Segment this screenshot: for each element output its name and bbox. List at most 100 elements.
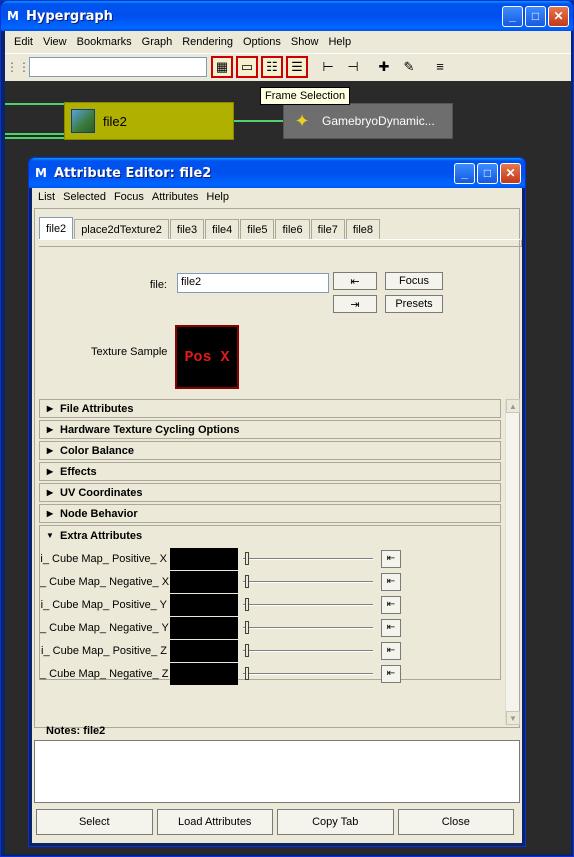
- map-button-icon[interactable]: ⇤: [381, 549, 401, 568]
- color-swatch[interactable]: [170, 639, 238, 662]
- attribute-scrollbar[interactable]: ▲ ▼: [505, 399, 520, 725]
- tab-file4[interactable]: file4: [205, 219, 240, 239]
- slider-thumb[interactable]: [245, 620, 249, 634]
- bookmark-editor-icon[interactable]: ✎: [398, 56, 420, 78]
- notes-textarea[interactable]: [34, 740, 520, 803]
- attr-row: _ Cube Map_ Negative_ X ⇤: [40, 570, 500, 593]
- section-file-attributes[interactable]: ▶ File Attributes: [39, 399, 501, 418]
- menu-list[interactable]: List: [34, 191, 59, 203]
- tab-file2[interactable]: file2: [39, 217, 74, 239]
- color-swatch[interactable]: [170, 616, 238, 639]
- focus-button[interactable]: Focus: [385, 272, 443, 290]
- color-swatch[interactable]: [170, 593, 238, 616]
- frame-hierarchy-icon[interactable]: ☷: [261, 55, 283, 78]
- attribute-editor-body: List Selected Focus Attributes Help file…: [32, 188, 522, 843]
- section-effects[interactable]: ▶ Effects: [39, 462, 501, 481]
- tab-file6[interactable]: file6: [275, 219, 310, 239]
- select-button[interactable]: Select: [36, 809, 153, 835]
- hypergraph-toolbar: ⋮⋮ ▦ ▭ ☷ ☰ ⊢ ⊣ ✚ ✎ ≡: [5, 53, 571, 79]
- file-name-field[interactable]: file2: [177, 273, 329, 293]
- tab-file7[interactable]: file7: [310, 219, 345, 239]
- map-button-icon[interactable]: ⇤: [381, 595, 401, 614]
- copy-tab-button[interactable]: Copy Tab: [277, 809, 394, 835]
- minimize-icon[interactable]: _: [454, 162, 475, 184]
- map-button-icon[interactable]: ⇤: [381, 664, 401, 683]
- expand-arrow-icon: ▶: [46, 467, 54, 476]
- scroll-up-icon[interactable]: ▲: [506, 399, 520, 413]
- attr-slider[interactable]: [243, 595, 375, 615]
- layout-icon[interactable]: ≡: [429, 56, 451, 78]
- menu-help[interactable]: Help: [202, 191, 233, 203]
- texture-sample-swatch[interactable]: Pos X: [175, 325, 239, 389]
- color-swatch[interactable]: [170, 662, 238, 685]
- frame-branch-icon[interactable]: ☰: [286, 55, 308, 78]
- slider-thumb[interactable]: [245, 597, 249, 611]
- maximize-icon[interactable]: □: [477, 162, 498, 184]
- file2-node[interactable]: file2: [64, 102, 234, 140]
- extra-attributes-header[interactable]: ▼ Extra Attributes: [40, 526, 500, 545]
- menu-show[interactable]: Show: [286, 36, 324, 48]
- close-icon[interactable]: ✕: [500, 162, 521, 184]
- file-row: file: file2: [35, 273, 515, 297]
- attr-slider[interactable]: [243, 618, 375, 638]
- collapse-arrow-icon: ▼: [46, 531, 54, 540]
- minimize-icon[interactable]: _: [502, 5, 523, 27]
- section-title: Node Behavior: [60, 507, 138, 520]
- menu-edit[interactable]: Edit: [9, 36, 38, 48]
- scroll-down-icon[interactable]: ▼: [506, 711, 520, 725]
- slider-thumb[interactable]: [245, 666, 249, 680]
- menu-rendering[interactable]: Rendering: [177, 36, 238, 48]
- section-color-balance[interactable]: ▶ Color Balance: [39, 441, 501, 460]
- color-swatch[interactable]: [170, 570, 238, 593]
- notes-title: Notes: file2: [46, 725, 106, 737]
- attribute-editor-title-bar[interactable]: M Attribute Editor: file2 _ □ ✕: [29, 158, 525, 188]
- tab-file5[interactable]: file5: [240, 219, 275, 239]
- slider-thumb[interactable]: [245, 551, 249, 565]
- attr-slider[interactable]: [243, 664, 375, 684]
- slider-thumb[interactable]: [245, 643, 249, 657]
- menu-focus[interactable]: Focus: [110, 191, 148, 203]
- frame-selection-icon[interactable]: ▭: [236, 55, 258, 78]
- map-button-icon[interactable]: ⇤: [381, 572, 401, 591]
- tab-file8[interactable]: file8: [345, 219, 381, 239]
- map-button-icon[interactable]: ⇤: [381, 618, 401, 637]
- tab-place2dtexture2[interactable]: place2dTexture2: [74, 219, 169, 239]
- frame-all-icon[interactable]: ▦: [211, 55, 233, 78]
- close-button[interactable]: Close: [397, 809, 514, 835]
- gamebryo-node[interactable]: ✦ GamebryoDynamic...: [283, 103, 453, 139]
- hypergraph-search-field[interactable]: [29, 56, 207, 77]
- attr-slider[interactable]: [243, 549, 375, 569]
- attr-slider[interactable]: [243, 572, 375, 592]
- slider-thumb[interactable]: [245, 574, 249, 588]
- tab-file3[interactable]: file3: [169, 219, 205, 239]
- scene-hierarchy-icon[interactable]: ⊢: [317, 56, 339, 78]
- presets-button[interactable]: Presets: [385, 295, 443, 313]
- input-connections-icon[interactable]: ⇤: [333, 272, 377, 290]
- menu-view[interactable]: View: [38, 36, 72, 48]
- menu-selected[interactable]: Selected: [59, 191, 110, 203]
- connection-line: [234, 120, 284, 122]
- input-output-connections-icon[interactable]: ⊣: [342, 56, 364, 78]
- maximize-icon[interactable]: □: [525, 5, 546, 27]
- toolbar-grip-icon[interactable]: ⋮⋮: [6, 57, 30, 77]
- attr-row: i_ Cube Map_ Positive_ X ⇤: [40, 547, 500, 570]
- section-node-behavior[interactable]: ▶ Node Behavior: [39, 504, 501, 523]
- menu-attributes[interactable]: Attributes: [148, 191, 202, 203]
- section-hardware-texture-cycling[interactable]: ▶ Hardware Texture Cycling Options: [39, 420, 501, 439]
- close-icon[interactable]: ✕: [548, 5, 569, 27]
- section-uv-coordinates[interactable]: ▶ UV Coordinates: [39, 483, 501, 502]
- output-connections-icon[interactable]: ⇥: [333, 295, 377, 313]
- menu-help[interactable]: Help: [323, 36, 356, 48]
- map-button-icon[interactable]: ⇤: [381, 641, 401, 660]
- menu-graph[interactable]: Graph: [137, 36, 178, 48]
- add-bookmark-icon[interactable]: ✚: [373, 56, 395, 78]
- load-attributes-button[interactable]: Load Attributes: [156, 809, 273, 835]
- attr-row: i_ Cube Map_ Positive_ Z ⇤: [40, 639, 500, 662]
- attr-slider[interactable]: [243, 641, 375, 661]
- node-tabs: file2 place2dTexture2 file3 file4 file5 …: [39, 217, 381, 239]
- hypergraph-title-bar[interactable]: M Hypergraph _ □ ✕: [1, 1, 573, 31]
- color-swatch[interactable]: [170, 547, 238, 570]
- menu-options[interactable]: Options: [238, 36, 286, 48]
- menu-bookmarks[interactable]: Bookmarks: [72, 36, 137, 48]
- attr-label: i_ Cube Map_ Positive_ Z: [41, 644, 167, 657]
